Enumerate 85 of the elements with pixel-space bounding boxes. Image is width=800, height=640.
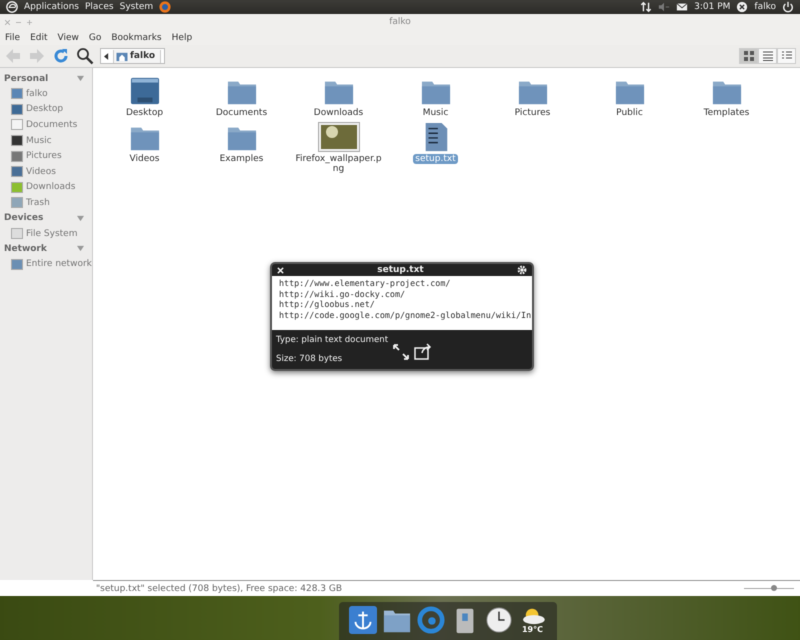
text-line: http://wiki.go-docky.com/ [279, 288, 406, 300]
grid-icon [744, 51, 754, 61]
home-icon [116, 50, 128, 62]
section-heading: Network [4, 244, 47, 254]
sidebar-item[interactable]: Trash [4, 195, 92, 211]
view-button[interactable] [777, 48, 796, 64]
transfer-icon[interactable] [640, 1, 652, 13]
section-heading: Personal [4, 74, 48, 84]
sidebar-item[interactable]: Videos [4, 164, 92, 180]
swirl-icon[interactable] [416, 606, 444, 634]
compact-list-icon [782, 51, 792, 61]
temperature-text: 19°C [522, 625, 543, 634]
sidebar-item[interactable]: Entire network [4, 256, 92, 272]
weather-widget[interactable]: 19°C [518, 607, 546, 634]
desktop-folder-icon[interactable] [130, 76, 160, 106]
search-icon[interactable] [76, 47, 94, 65]
place-icon [11, 104, 23, 115]
envelope-icon[interactable] [676, 1, 688, 13]
file-name[interactable]: Desktop [124, 108, 166, 118]
reload-icon[interactable] [52, 47, 70, 65]
globe-icon[interactable] [159, 1, 172, 13]
file-name[interactable]: Documents [214, 108, 270, 118]
clock-text[interactable]: 3:01 PM [694, 2, 730, 12]
place-icon [11, 228, 23, 240]
collapse-icon[interactable] [77, 245, 84, 252]
power-icon[interactable] [782, 1, 794, 13]
list-icon [762, 51, 772, 61]
menu-item[interactable]: File [5, 32, 20, 42]
fullscreen-icon[interactable] [392, 343, 410, 362]
file-size-text: Size: 708 bytes [276, 354, 344, 364]
sidebar-item[interactable]: Documents [4, 117, 92, 133]
zoom-thumb[interactable] [771, 585, 777, 591]
menu-item[interactable]: View [58, 32, 79, 42]
file-name[interactable]: Templates [702, 108, 752, 118]
settings-icon[interactable] [516, 265, 527, 275]
user-icon[interactable] [736, 1, 748, 13]
file-name[interactable]: Videos [128, 154, 162, 164]
panel-menu[interactable]: Applications [24, 2, 79, 12]
user-name[interactable]: falko [754, 2, 776, 12]
open-external-icon[interactable] [414, 343, 432, 362]
panel-menu[interactable]: Places [84, 2, 114, 12]
status-text: "setup.txt" selected (708 bytes), Free space: 428.3 GB [95, 584, 342, 594]
sidebar-item[interactable]: File System [4, 226, 92, 242]
menu-item[interactable]: Edit [30, 32, 48, 42]
section-heading: Devices [4, 213, 44, 224]
file-name[interactable]: Pictures [512, 108, 552, 118]
collapse-icon[interactable] [77, 214, 84, 222]
place-icon [11, 119, 23, 130]
text-line: http://www.elementary-project.com/ [279, 278, 452, 289]
place-icon [11, 135, 23, 146]
file-name[interactable]: Firefox_wallpaper.png [292, 154, 386, 174]
place-icon [11, 197, 23, 208]
panel-menu[interactable]: System [120, 2, 154, 12]
text-line: http://code.google.com/p/gnome2-globalmenu/wiki/In [279, 310, 528, 320]
clock-icon[interactable] [484, 606, 512, 634]
left-arrow-icon[interactable] [104, 52, 109, 60]
place-icon [11, 182, 23, 193]
view-button[interactable] [758, 48, 777, 64]
view-button[interactable] [739, 48, 758, 64]
logo-icon[interactable] [6, 1, 18, 13]
place-icon [11, 88, 23, 100]
file-name[interactable]: Public [614, 108, 645, 118]
preview-title: setup.txt [377, 265, 424, 275]
window-title: falko [389, 17, 411, 27]
sidebar-item[interactable]: Desktop [4, 102, 92, 118]
file-name[interactable]: Examples [218, 154, 266, 164]
anchor-icon[interactable] [348, 606, 376, 634]
sidebar-item[interactable]: Pictures [4, 148, 92, 164]
menu-item[interactable]: Help [172, 32, 192, 42]
text-line: http://gloobus.net/ [279, 299, 376, 310]
file-type-text: Type: plain text document [276, 335, 388, 346]
file-name[interactable]: Music [420, 108, 450, 118]
collapse-icon[interactable] [77, 75, 84, 82]
place-icon [11, 150, 23, 162]
place-icon [11, 166, 23, 178]
menu-item[interactable]: Bookmarks [111, 32, 162, 42]
file-name[interactable]: Downloads [312, 108, 366, 118]
speaker-icon[interactable] [658, 1, 670, 13]
sidebar-item[interactable]: Downloads [4, 180, 92, 196]
location-button[interactable]: falko [113, 50, 162, 62]
sidebar-item[interactable]: falko [4, 86, 92, 102]
menu-item[interactable]: Go [88, 32, 102, 42]
image-thumbnail[interactable] [318, 122, 360, 152]
place-icon [11, 258, 23, 270]
sidebar-item[interactable]: Music [4, 132, 92, 148]
